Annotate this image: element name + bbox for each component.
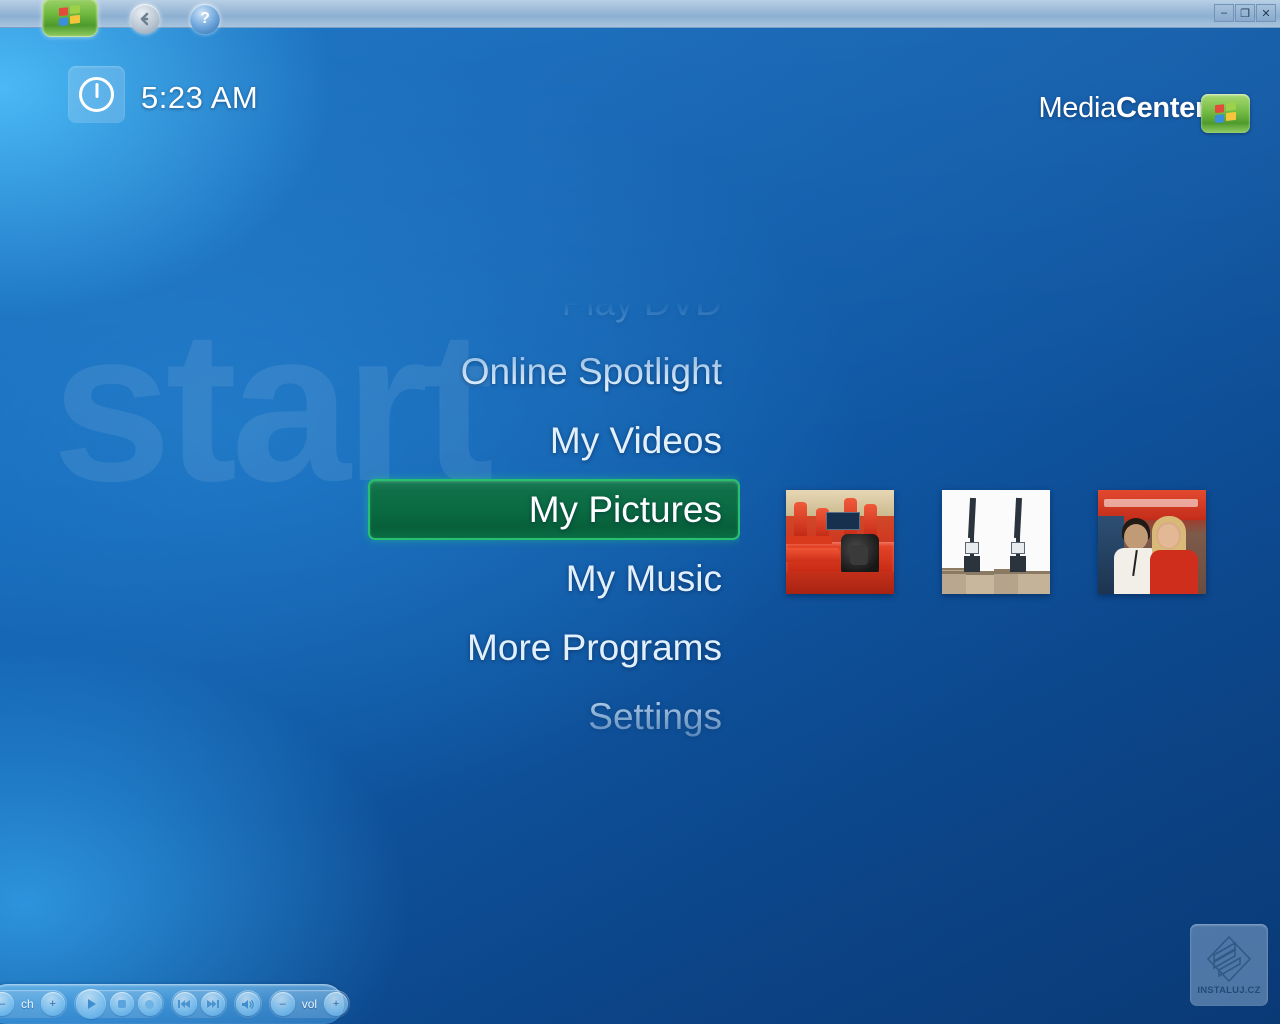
- stop-button[interactable]: [109, 992, 134, 1016]
- stop-square-icon: [117, 1000, 126, 1008]
- menu-item-play-dvd[interactable]: Play DVD: [0, 268, 740, 337]
- menu-item-my-videos[interactable]: My Videos: [0, 406, 740, 475]
- volume-down-button[interactable]: –: [270, 992, 295, 1016]
- thumbnail-people[interactable]: [1098, 490, 1206, 594]
- mce-start-orb-icon[interactable]: [42, 0, 98, 37]
- skip-forward-icon: [207, 1000, 220, 1008]
- menu-item-online-spotlight[interactable]: Online Spotlight: [0, 337, 740, 406]
- picture-thumbnail-strip: [786, 490, 1206, 594]
- menu-item-label: Online Spotlight: [460, 350, 722, 392]
- brand-windows-logo-icon: [1201, 94, 1250, 133]
- skip-back-icon: [178, 1000, 191, 1008]
- clock: 5:23 AM: [141, 80, 259, 115]
- media-center-window: ? – ❐ ✕ start 5:23 AM MediaCenter Play D…: [0, 0, 1280, 1024]
- channel-down-button[interactable]: –: [0, 992, 14, 1016]
- menu-item-label: My Music: [565, 557, 722, 599]
- speaker-icon: [241, 999, 254, 1009]
- skip-group: [170, 990, 227, 1018]
- media-center-brand: MediaCenter: [1038, 92, 1206, 125]
- title-bar: ? – ❐ ✕: [0, 0, 1280, 37]
- channel-group: – ch +: [0, 990, 67, 1018]
- transport-control-bar: – ch +: [0, 984, 351, 1024]
- minimize-button[interactable]: –: [1214, 4, 1234, 22]
- menu-item-my-music[interactable]: My Music: [0, 544, 740, 613]
- play-button[interactable]: [75, 989, 106, 1019]
- brand-media-text: Media: [1038, 92, 1116, 124]
- skip-back-button[interactable]: [172, 992, 197, 1016]
- window-controls: – ❐ ✕: [1214, 4, 1276, 22]
- skip-forward-button[interactable]: [200, 992, 225, 1016]
- record-button[interactable]: [137, 992, 162, 1016]
- mute-button[interactable]: [235, 992, 260, 1016]
- record-dot-icon: [145, 999, 155, 1009]
- start-menu-list: Play DVD Online Spotlight My Videos My P…: [0, 268, 740, 751]
- channel-label: ch: [21, 997, 34, 1011]
- restore-button[interactable]: ❐: [1235, 4, 1255, 22]
- instaluj-watermark-text: INSTALUJ.CZ: [1197, 984, 1261, 996]
- menu-item-label: My Pictures: [528, 488, 722, 530]
- thumbnail-cranes[interactable]: [942, 490, 1050, 594]
- thumbnail-f1-car[interactable]: [786, 490, 894, 594]
- help-question-icon: ?: [200, 10, 210, 27]
- instaluj-logo-icon: [1206, 935, 1252, 982]
- windows-flag-icon: [59, 4, 81, 28]
- help-button[interactable]: ?: [190, 4, 220, 34]
- power-button[interactable]: [68, 66, 125, 123]
- menu-item-my-pictures[interactable]: My Pictures: [0, 475, 740, 544]
- menu-item-label: My Videos: [549, 419, 722, 461]
- play-triangle-icon: [87, 999, 96, 1009]
- close-button[interactable]: ✕: [1256, 4, 1276, 22]
- menu-item-settings[interactable]: Settings: [0, 682, 740, 751]
- brand-center-text: Center: [1115, 92, 1206, 124]
- instaluj-watermark: INSTALUJ.CZ: [1190, 924, 1268, 1006]
- volume-label: vol: [301, 997, 318, 1011]
- volume-up-button[interactable]: +: [324, 992, 349, 1016]
- mute-group: [233, 990, 262, 1018]
- back-button[interactable]: [130, 4, 160, 34]
- back-arrow-icon: [140, 12, 149, 26]
- title-bar-left-group: ?: [0, 0, 320, 37]
- menu-item-label: More Programs: [467, 626, 722, 668]
- menu-item-label: Settings: [588, 695, 722, 737]
- menu-item-label: Play DVD: [561, 281, 722, 323]
- media-center-shell: start 5:23 AM MediaCenter Play DVD Onlin…: [0, 28, 1280, 1024]
- volume-group: – vol +: [268, 990, 351, 1018]
- channel-up-button[interactable]: +: [40, 992, 65, 1016]
- playback-group: [73, 989, 164, 1019]
- menu-item-more-programs[interactable]: More Programs: [0, 613, 740, 682]
- power-icon: [79, 77, 114, 112]
